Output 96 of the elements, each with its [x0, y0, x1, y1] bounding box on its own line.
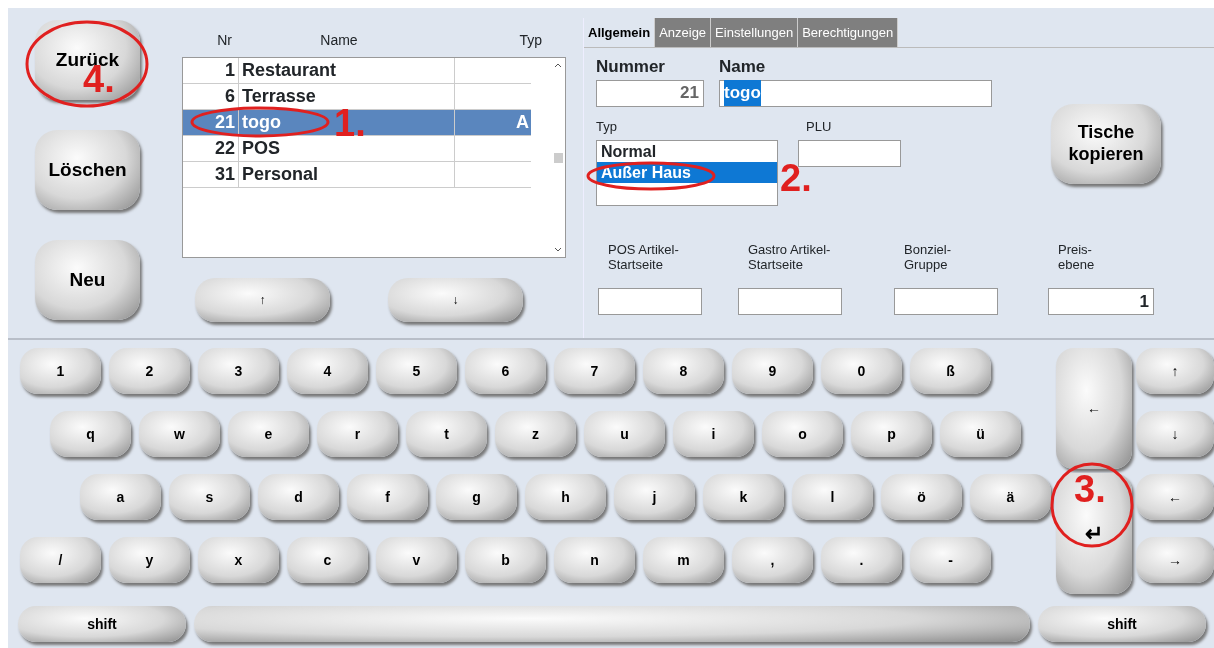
- key[interactable]: n: [554, 537, 635, 583]
- key[interactable]: e: [228, 411, 309, 457]
- key[interactable]: ü: [940, 411, 1021, 457]
- annotation-number: 2.: [780, 159, 812, 197]
- key[interactable]: l: [792, 474, 873, 520]
- key[interactable]: b: [465, 537, 546, 583]
- table-cell-text: 21: [214, 111, 235, 134]
- key[interactable]: u: [584, 411, 665, 457]
- key[interactable]: i: [673, 411, 754, 457]
- table-row[interactable]: 21 togo 1. A: [183, 110, 531, 136]
- key[interactable]: 6: [465, 348, 546, 394]
- list-option[interactable]: Normal: [597, 141, 777, 162]
- field-label: PLU: [805, 117, 833, 136]
- key[interactable]: x: [198, 537, 279, 583]
- key[interactable]: r: [317, 411, 398, 457]
- key[interactable]: g: [436, 474, 517, 520]
- table-cell-text: 22: [214, 137, 235, 160]
- field-label: Bonziel- Gruppe: [903, 243, 952, 274]
- field-label: Preis- ebene: [1057, 243, 1096, 274]
- scrollbar-thumb[interactable]: [554, 153, 563, 163]
- table-cell-text: 1: [225, 59, 235, 82]
- key[interactable]: ß: [910, 348, 991, 394]
- table-cell-text: Terrasse: [242, 85, 316, 108]
- table-cell-text: A: [516, 111, 529, 134]
- arrow-key[interactable]: ←: [1136, 474, 1214, 520]
- copy-tables-button[interactable]: Tische kopieren: [1051, 104, 1161, 184]
- key[interactable]: o: [762, 411, 843, 457]
- space-bar[interactable]: [194, 606, 1030, 642]
- key[interactable]: .: [821, 537, 902, 583]
- key[interactable]: 0: [821, 348, 902, 394]
- key[interactable]: ,: [732, 537, 813, 583]
- field-label: POS Artikel- Startseite: [607, 243, 680, 274]
- key[interactable]: w: [139, 411, 220, 457]
- key[interactable]: s: [169, 474, 250, 520]
- delete-button[interactable]: Löschen: [35, 130, 140, 210]
- table-row[interactable]: 31 Personal: [183, 162, 531, 188]
- table-cell-text: Personal: [242, 163, 319, 186]
- field-label: Gastro Artikel- Startseite: [747, 243, 832, 274]
- key[interactable]: f: [347, 474, 428, 520]
- arrow-key[interactable]: ↓: [1136, 411, 1214, 457]
- backspace-key[interactable]: ←: [1056, 348, 1132, 469]
- key[interactable]: t: [406, 411, 487, 457]
- key[interactable]: z: [495, 411, 576, 457]
- shift-key[interactable]: shift: [18, 606, 186, 642]
- move-down-button[interactable]: ↓: [388, 278, 523, 322]
- move-up-button[interactable]: ↑: [195, 278, 330, 322]
- number-field[interactable]: 21: [596, 79, 704, 107]
- key[interactable]: c: [287, 537, 368, 583]
- key[interactable]: ä: [970, 474, 1051, 520]
- key[interactable]: q: [50, 411, 131, 457]
- field-label: Typ: [596, 117, 618, 136]
- key[interactable]: 8: [643, 348, 724, 394]
- key[interactable]: ö: [881, 474, 962, 520]
- key[interactable]: 9: [732, 348, 813, 394]
- annotation-number: 3.: [1074, 470, 1106, 508]
- arrow-key[interactable]: →: [1136, 537, 1214, 583]
- key[interactable]: -: [910, 537, 991, 583]
- key[interactable]: d: [258, 474, 339, 520]
- key[interactable]: 4: [287, 348, 368, 394]
- table-cell-text: 6: [225, 85, 235, 108]
- key[interactable]: 5: [376, 348, 457, 394]
- table-cell-text: 31: [214, 163, 235, 186]
- key[interactable]: m: [643, 537, 724, 583]
- new-button[interactable]: Neu: [35, 240, 140, 320]
- key[interactable]: 1: [20, 348, 101, 394]
- input-field[interactable]: [598, 288, 702, 315]
- tab[interactable]: Berechtigungen: [798, 18, 899, 47]
- input-field[interactable]: 1: [1048, 288, 1154, 315]
- key[interactable]: y: [109, 537, 190, 583]
- table-cell-text: POS: [242, 137, 280, 160]
- table-cell-text: Restaurant: [242, 59, 337, 82]
- column-header: Name: [319, 31, 359, 50]
- key[interactable]: 7: [554, 348, 635, 394]
- column-header: Nr: [216, 31, 232, 50]
- field-label: Nummer: [596, 56, 666, 78]
- table-cell-text: togo: [242, 111, 281, 134]
- table-row[interactable]: 22 POS: [183, 136, 531, 162]
- key[interactable]: /: [20, 537, 101, 583]
- key[interactable]: a: [80, 474, 161, 520]
- tab[interactable]: Anzeige: [655, 18, 712, 47]
- key[interactable]: j: [614, 474, 695, 520]
- field-label: Name: [719, 56, 767, 78]
- key[interactable]: p: [851, 411, 932, 457]
- input-field[interactable]: [738, 288, 842, 315]
- key[interactable]: 3: [198, 348, 279, 394]
- column-header: Typ: [518, 31, 542, 50]
- name-field[interactable]: togo: [719, 79, 992, 107]
- input-field[interactable]: [894, 288, 998, 315]
- key[interactable]: h: [525, 474, 606, 520]
- key[interactable]: 2: [109, 348, 190, 394]
- key[interactable]: k: [703, 474, 784, 520]
- key[interactable]: v: [376, 537, 457, 583]
- arrow-key[interactable]: ↑: [1136, 348, 1214, 394]
- tab[interactable]: Einstellungen: [711, 18, 799, 47]
- shift-key[interactable]: shift: [1038, 606, 1206, 642]
- table-row[interactable]: 1 Restaurant: [183, 58, 531, 84]
